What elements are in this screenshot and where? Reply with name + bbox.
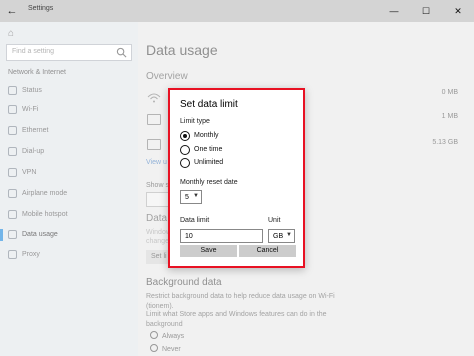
data-limit-label: Data limit — [180, 217, 210, 224]
save-button[interactable]: Save — [180, 245, 237, 257]
limit-type-label: Limit type — [180, 118, 210, 125]
radio-circle — [180, 145, 190, 155]
minimize-button[interactable]: — — [378, 0, 410, 22]
cancel-button[interactable]: Cancel — [239, 245, 296, 257]
maximize-button[interactable]: ☐ — [410, 0, 442, 22]
close-button[interactable]: ✕ — [442, 0, 474, 22]
radio-label: Monthly — [194, 132, 219, 139]
radio-circle — [180, 158, 190, 168]
window-title: Settings — [28, 5, 54, 12]
data-limit-input[interactable]: 10 — [180, 229, 263, 243]
radio-label: One time — [194, 146, 223, 153]
reset-date-label: Monthly reset date — [180, 179, 238, 186]
unit-value: GB — [273, 233, 284, 240]
chevron-down-icon: ▼ — [193, 193, 199, 199]
radio-label: Unlimited — [194, 159, 224, 166]
reset-date-select[interactable]: 5 ▼ — [180, 190, 202, 204]
unit-select[interactable]: GB ▼ — [268, 229, 295, 243]
back-arrow-icon[interactable]: ← — [4, 3, 20, 19]
dialog-title: Set data limit — [180, 99, 238, 110]
radio-circle-selected — [180, 131, 190, 141]
reset-date-value: 5 — [185, 194, 189, 201]
title-bar: ← Settings — ☐ ✕ — [0, 0, 474, 22]
chevron-down-icon: ▼ — [286, 232, 292, 238]
set-data-limit-dialog: Set data limit Limit type Monthly One ti… — [168, 88, 305, 268]
unit-label: Unit — [268, 217, 281, 224]
data-limit-value: 10 — [185, 233, 193, 240]
